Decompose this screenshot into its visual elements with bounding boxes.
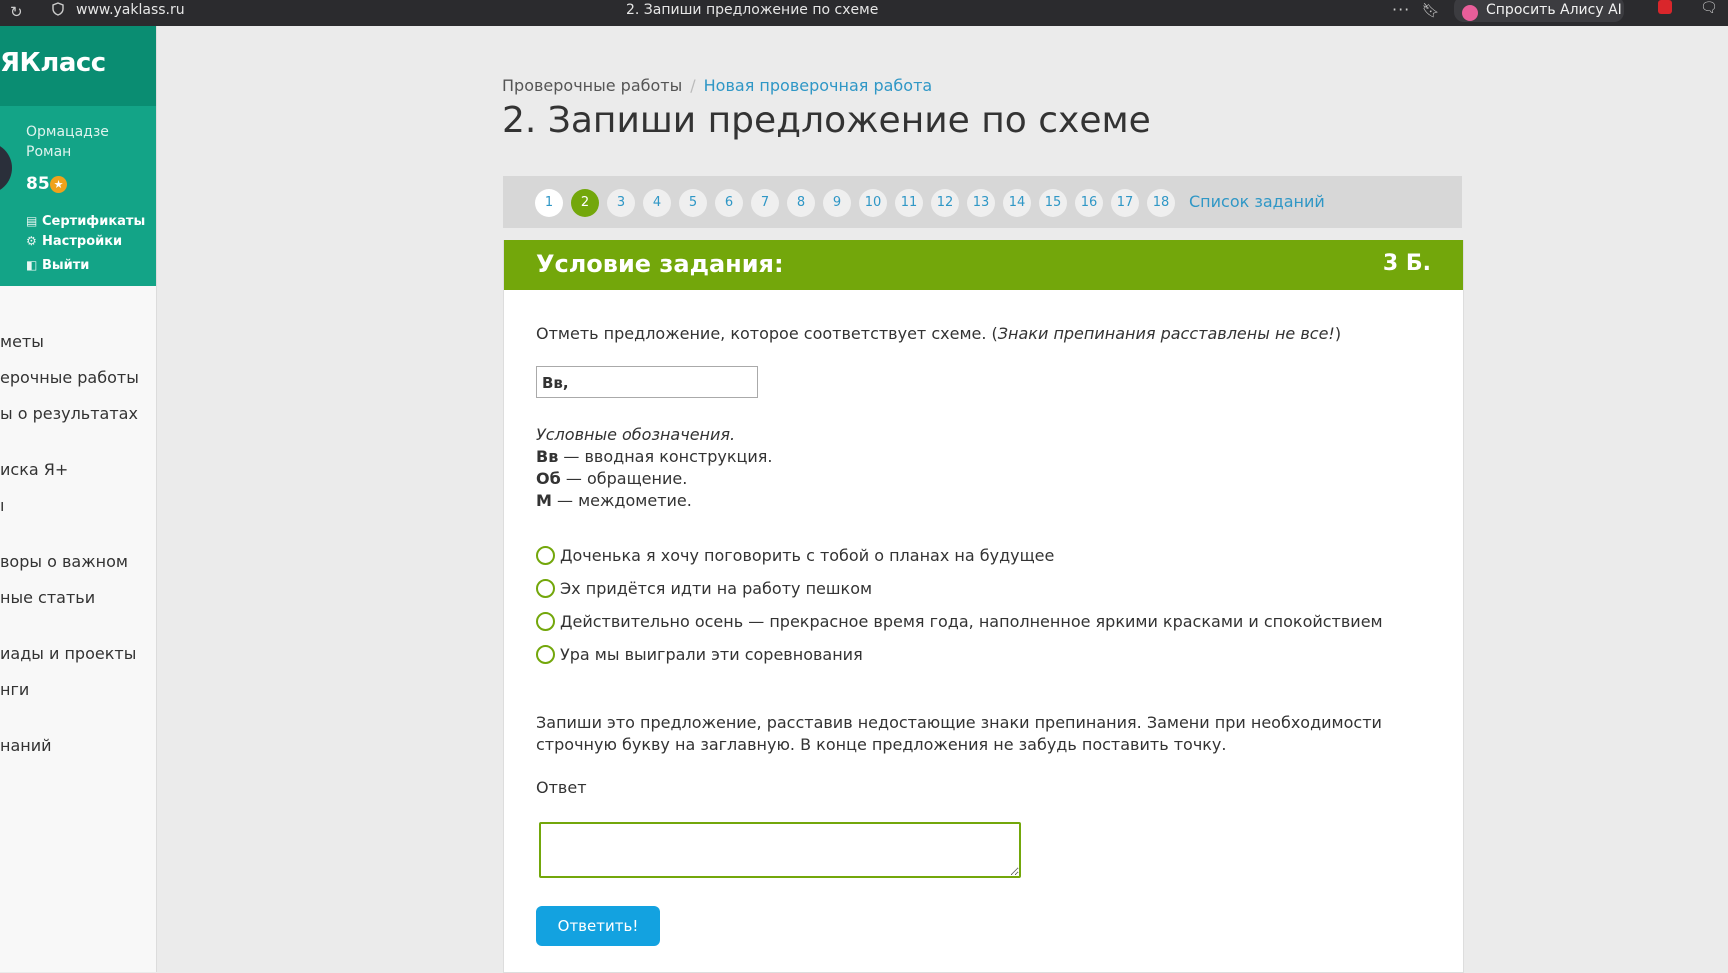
option-label[interactable]: Эх придётся идти на работу пешком bbox=[560, 579, 872, 598]
sidebar-item-results[interactable]: ы о результатах bbox=[0, 404, 138, 423]
profile-panel: Ормацадзе Роман 85 ★ ▤ Сертификаты ⚙ Настр… bbox=[0, 106, 156, 286]
ask-alice-label: Спросить Алису AI bbox=[1486, 2, 1622, 18]
sidebar-item-misc[interactable]: ı bbox=[0, 496, 4, 515]
avatar[interactable] bbox=[0, 142, 12, 194]
answer-label: Ответ bbox=[536, 778, 587, 797]
pager-item-6[interactable]: 6 bbox=[715, 189, 743, 217]
scheme-box: Вв, bbox=[536, 366, 758, 398]
option-label[interactable]: Ура мы выиграли эти соревнования bbox=[560, 645, 863, 664]
radio-button[interactable] bbox=[536, 645, 555, 664]
task-list-link[interactable]: Список заданий bbox=[1189, 192, 1325, 211]
option-1[interactable]: Доченька я хочу поговорить с тобой о пла… bbox=[536, 546, 1054, 565]
chat-icon[interactable]: 🗨︎ bbox=[1700, 0, 1718, 16]
sidebar-item-ratings[interactable]: нги bbox=[0, 680, 29, 699]
legend-abbr-1: Вв bbox=[536, 447, 559, 466]
breadcrumb-separator: / bbox=[690, 76, 696, 95]
option-3[interactable]: Действительно осень — прекрасное время г… bbox=[536, 612, 1383, 631]
logo[interactable]: ЯКласс bbox=[0, 48, 106, 78]
certificate-icon: ▤ bbox=[26, 214, 38, 228]
option-4[interactable]: Ура мы выиграли эти соревнования bbox=[536, 645, 863, 664]
address-bar[interactable]: www.yaklass.ru bbox=[76, 2, 185, 18]
radio-button[interactable] bbox=[536, 579, 555, 598]
sidebar-item-tests[interactable]: ерочные работы bbox=[0, 368, 139, 387]
instruction-main: Отметь предложение, которое соответствуе… bbox=[536, 324, 998, 343]
legend-title: Условные обозначения. bbox=[536, 425, 736, 444]
pager-item-15[interactable]: 15 bbox=[1039, 189, 1067, 217]
alice-icon bbox=[1462, 5, 1478, 21]
answer-input[interactable] bbox=[539, 822, 1021, 878]
pager-item-13[interactable]: 13 bbox=[967, 189, 995, 217]
pager-item-5[interactable]: 5 bbox=[679, 189, 707, 217]
instruction-close: ) bbox=[1334, 324, 1342, 343]
option-2[interactable]: Эх придётся идти на работу пешком bbox=[536, 579, 872, 598]
pager-item-17[interactable]: 17 bbox=[1111, 189, 1139, 217]
pager-item-11[interactable]: 11 bbox=[895, 189, 923, 217]
settings-label: Настройки bbox=[42, 234, 123, 249]
sidebar-item-talks[interactable]: воры о важном bbox=[0, 552, 128, 571]
extension-icon[interactable] bbox=[1658, 0, 1672, 14]
write-instruction: Запиши это предложение, расставив недост… bbox=[536, 713, 1382, 754]
legend-abbr-2: Об bbox=[536, 469, 561, 488]
breadcrumb: Проверочные работы / Новая проверочная раб… bbox=[502, 76, 932, 95]
pager-item-8[interactable]: 8 bbox=[787, 189, 815, 217]
pager-item-2[interactable]: 2 bbox=[571, 189, 599, 217]
sidebar: ЯКласс Ормацадзе Роман 85 ★ ▤ Сертификаты… bbox=[0, 26, 157, 972]
sidebar-item-articles[interactable]: ные статьи bbox=[0, 588, 95, 607]
task-header: Условие задания: 3 Б. bbox=[504, 240, 1463, 290]
task-header-title: Условие задания: bbox=[536, 250, 784, 278]
sidebar-item-tasks[interactable]: наний bbox=[0, 736, 52, 755]
legend-text-2: — обращение. bbox=[560, 469, 688, 488]
logout-link[interactable]: ◧ Выйти bbox=[26, 258, 89, 273]
pager-item-10[interactable]: 10 bbox=[859, 189, 887, 217]
bookmark-icon[interactable]: 🔖︎ bbox=[1422, 3, 1440, 19]
gear-icon: ⚙ bbox=[26, 234, 37, 248]
task-points: 3 Б. bbox=[1382, 251, 1431, 276]
radio-button[interactable] bbox=[536, 546, 555, 565]
settings-link[interactable]: ⚙ Настройки bbox=[26, 234, 122, 249]
brand-header: ЯКласс bbox=[0, 26, 156, 106]
logout-label: Выйти bbox=[42, 258, 90, 273]
pager-item-3[interactable]: 3 bbox=[607, 189, 635, 217]
pager-item-7[interactable]: 7 bbox=[751, 189, 779, 217]
pager-item-1[interactable]: 1 bbox=[535, 189, 563, 217]
legend-text-3: — междометие. bbox=[551, 491, 692, 510]
task-card: Условие задания: 3 Б. Отметь предложение… bbox=[503, 240, 1464, 973]
ask-alice-button[interactable]: Спросить Алису AI bbox=[1454, 0, 1624, 22]
exit-icon: ◧ bbox=[26, 258, 38, 272]
task-instruction: Отметь предложение, которое соответствуе… bbox=[536, 324, 1341, 343]
reload-icon[interactable]: ↻ bbox=[10, 3, 23, 21]
sidebar-item-subscription[interactable]: иска Я+ bbox=[0, 460, 68, 479]
breadcrumb-current-link[interactable]: Новая проверочная работа bbox=[704, 76, 933, 95]
shield-icon[interactable] bbox=[52, 2, 64, 16]
submit-button[interactable]: Ответить! bbox=[536, 906, 660, 946]
legend-abbr-3: М bbox=[536, 491, 552, 510]
legend: Условные обозначения. Вв — вводная конст… bbox=[536, 424, 773, 512]
instruction-italic: Знаки препинания расставлены не все! bbox=[997, 324, 1335, 343]
page-title: 2. Запиши предложение по схеме bbox=[502, 100, 1151, 141]
sidebar-item-subjects[interactable]: меты bbox=[0, 332, 44, 351]
pager-item-9[interactable]: 9 bbox=[823, 189, 851, 217]
pager-item-4[interactable]: 4 bbox=[643, 189, 671, 217]
certificates-label: Сертификаты bbox=[42, 214, 146, 229]
sidebar-item-olympiads[interactable]: иады и проекты bbox=[0, 644, 136, 663]
certificates-link[interactable]: ▤ Сертификаты bbox=[26, 214, 145, 229]
option-label[interactable]: Действительно осень — прекрасное время г… bbox=[560, 612, 1383, 631]
task-pager: 1 2 3 4 5 6 7 8 9 10 11 12 13 14 15 16 1… bbox=[503, 176, 1462, 228]
pager-item-16[interactable]: 16 bbox=[1075, 189, 1103, 217]
pager-item-18[interactable]: 18 bbox=[1147, 189, 1175, 217]
points-count: 85 bbox=[26, 174, 50, 194]
browser-toolbar: ↻ www.yaklass.ru 2. Запиши предложение п… bbox=[0, 0, 1728, 26]
legend-text-1: — вводная конструкция. bbox=[558, 447, 773, 466]
breadcrumb-tests-link[interactable]: Проверочные работы bbox=[502, 76, 682, 95]
radio-button[interactable] bbox=[536, 612, 555, 631]
star-icon: ★ bbox=[50, 176, 67, 193]
pager-item-12[interactable]: 12 bbox=[931, 189, 959, 217]
more-menu-icon[interactable]: ··· bbox=[1392, 0, 1410, 19]
pager-item-14[interactable]: 14 bbox=[1003, 189, 1031, 217]
user-name[interactable]: Ормацадзе Роман bbox=[26, 122, 146, 162]
option-label[interactable]: Доченька я хочу поговорить с тобой о пла… bbox=[560, 546, 1054, 565]
tab-title: 2. Запиши предложение по схеме bbox=[626, 2, 879, 18]
